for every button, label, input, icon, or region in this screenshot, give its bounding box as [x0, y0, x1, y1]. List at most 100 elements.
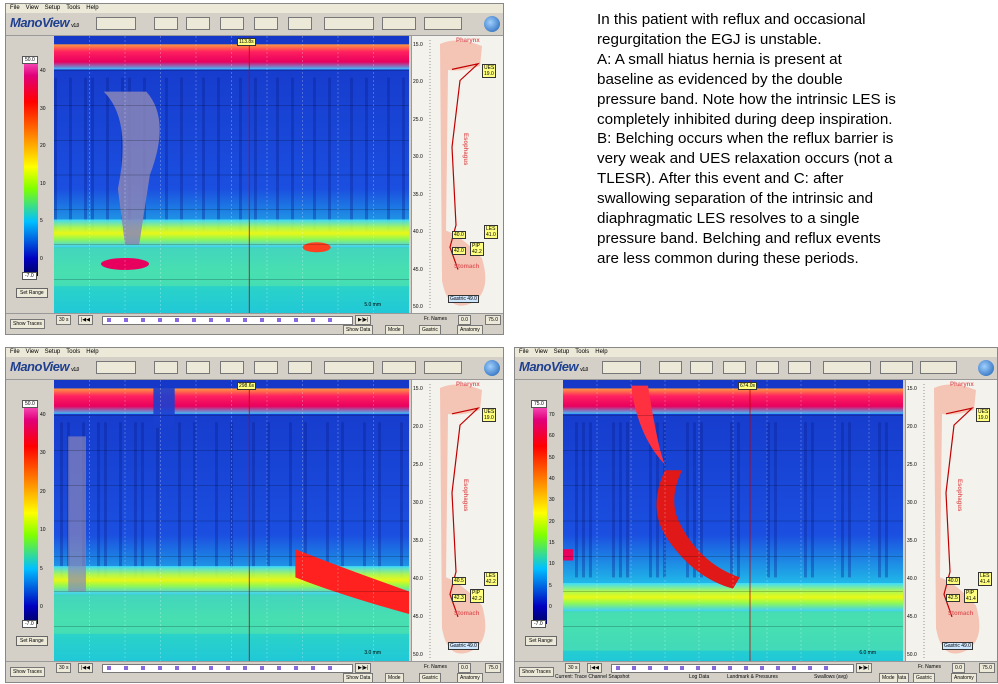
- gastric-marker[interactable]: Gastric 49.0: [448, 642, 479, 650]
- landmark-pressures-button[interactable]: Landmark & Pressures: [727, 674, 778, 680]
- data-table-button[interactable]: [920, 361, 957, 374]
- time-cursor-label[interactable]: 113.8s: [237, 38, 256, 46]
- report-button[interactable]: [382, 361, 416, 374]
- menu-item-help[interactable]: Help: [86, 349, 98, 355]
- swallow-marker[interactable]: [260, 666, 264, 670]
- les-depth-marker[interactable]: 40.0: [946, 577, 960, 585]
- ues-marker[interactable]: UES 19.0: [976, 408, 991, 422]
- open-button[interactable]: [96, 361, 136, 374]
- menu-item-setup[interactable]: Setup: [45, 349, 61, 355]
- swallow-marker[interactable]: [260, 318, 264, 322]
- swallow-marker[interactable]: [107, 666, 111, 670]
- zoom-in-time-button[interactable]: [154, 361, 178, 374]
- capture-image-button[interactable]: [823, 361, 871, 374]
- zoom-out-time-button[interactable]: [186, 17, 210, 30]
- swallows-avg-button[interactable]: Swallows (avg): [814, 674, 848, 680]
- window-length-select[interactable]: 30 s: [56, 315, 72, 325]
- open-button[interactable]: [602, 361, 641, 374]
- swallow-marker[interactable]: [776, 666, 780, 670]
- menu-item-view[interactable]: View: [535, 349, 548, 355]
- les-marker[interactable]: LES 41.0: [484, 225, 498, 239]
- nav-prev-buttons[interactable]: |◀◀: [587, 663, 602, 673]
- swallow-marker[interactable]: [124, 318, 128, 322]
- data-table-button[interactable]: [424, 17, 462, 30]
- zoom-fit-button[interactable]: [288, 17, 312, 30]
- les-depth-marker[interactable]: 40.5: [452, 577, 466, 585]
- set-range-button[interactable]: Set Range: [16, 636, 48, 646]
- swallow-marker[interactable]: [277, 666, 281, 670]
- value-field-a[interactable]: 0.0: [458, 315, 471, 325]
- mode-button[interactable]: Mode: [385, 673, 404, 682]
- menu-item-file[interactable]: File: [10, 5, 20, 11]
- set-range-button[interactable]: Set Range: [16, 288, 48, 298]
- swallow-marker[interactable]: [808, 666, 812, 670]
- pip-marker[interactable]: PIP 42.2: [470, 242, 484, 256]
- menu-item-view[interactable]: View: [26, 349, 39, 355]
- pip-depth-marker[interactable]: 42.3: [452, 594, 466, 602]
- swallow-marker[interactable]: [616, 666, 620, 670]
- swallow-marker[interactable]: [294, 318, 298, 322]
- zoom-box-button[interactable]: [254, 361, 278, 374]
- swallow-marker[interactable]: [648, 666, 652, 670]
- swallow-marker[interactable]: [632, 666, 636, 670]
- anatomy-button[interactable]: Anatomy: [951, 673, 977, 682]
- scale-min-value[interactable]: -7.0: [531, 620, 546, 628]
- nav-next-buttons[interactable]: ▶|▶|: [355, 315, 372, 325]
- show-traces-button[interactable]: Show Traces: [10, 667, 45, 677]
- scale-max-value[interactable]: 75.0: [531, 400, 547, 408]
- show-data-button[interactable]: Show Data: [343, 673, 374, 682]
- swallow-marker[interactable]: [192, 318, 196, 322]
- swallow-marker[interactable]: [209, 318, 213, 322]
- swallow-marker[interactable]: [824, 666, 828, 670]
- pip-marker[interactable]: PIP 42.2: [470, 589, 484, 603]
- swallow-marker[interactable]: [158, 318, 162, 322]
- zoom-in-depth-button[interactable]: [723, 361, 746, 374]
- value-field-b[interactable]: 75.0: [485, 315, 501, 325]
- log-data-button[interactable]: Log Data: [689, 674, 709, 680]
- gastric-marker[interactable]: Gastric 49.0: [942, 642, 973, 650]
- nav-next-buttons[interactable]: ▶|▶|: [355, 663, 372, 673]
- swallow-marker[interactable]: [243, 318, 247, 322]
- scale-max-value[interactable]: 50.0: [22, 56, 38, 64]
- menu-item-view[interactable]: View: [26, 5, 39, 11]
- zoom-out-time-button[interactable]: [186, 361, 210, 374]
- value-field-b[interactable]: 75.0: [979, 663, 995, 673]
- ues-marker[interactable]: UES 19.0: [482, 408, 497, 422]
- help-globe-icon[interactable]: [484, 360, 500, 376]
- scale-max-value[interactable]: 50.0: [22, 400, 38, 408]
- zoom-out-time-button[interactable]: [690, 361, 713, 374]
- menu-item-setup[interactable]: Setup: [554, 349, 570, 355]
- data-table-button[interactable]: [424, 361, 462, 374]
- menu-item-setup[interactable]: Setup: [45, 5, 61, 11]
- nav-prev-buttons[interactable]: |◀◀: [78, 663, 93, 673]
- les-depth-marker[interactable]: 40.0: [452, 231, 466, 239]
- show-data-button[interactable]: Show Data: [343, 325, 374, 334]
- swallow-marker[interactable]: [124, 666, 128, 670]
- swallow-marker[interactable]: [175, 318, 179, 322]
- swallow-marker[interactable]: [243, 666, 247, 670]
- swallow-marker[interactable]: [760, 666, 764, 670]
- zoom-in-depth-button[interactable]: [220, 361, 244, 374]
- swallow-marker[interactable]: [107, 318, 111, 322]
- zoom-in-depth-button[interactable]: [220, 17, 244, 30]
- gastric-button[interactable]: Gastric: [419, 325, 441, 334]
- gastric-button[interactable]: Gastric: [913, 673, 935, 682]
- les-marker[interactable]: LES 42.2: [484, 572, 498, 586]
- show-traces-button[interactable]: Show Traces: [519, 667, 554, 677]
- swallow-marker[interactable]: [209, 666, 213, 670]
- report-button[interactable]: [880, 361, 913, 374]
- time-cursor-label[interactable]: 674.0s: [738, 382, 758, 390]
- swallow-marker[interactable]: [664, 666, 668, 670]
- swallow-marker[interactable]: [311, 318, 315, 322]
- anatomy-button[interactable]: Anatomy: [457, 673, 483, 682]
- swallow-marker[interactable]: [744, 666, 748, 670]
- swallow-marker[interactable]: [680, 666, 684, 670]
- scale-min-value[interactable]: -7.0: [22, 620, 37, 628]
- gastric-button[interactable]: Gastric: [419, 673, 441, 682]
- nav-next-buttons[interactable]: ▶|▶|: [856, 663, 873, 673]
- swallow-marker[interactable]: [192, 666, 196, 670]
- scale-min-value[interactable]: -7.0: [22, 272, 37, 280]
- zoom-in-time-button[interactable]: [154, 17, 178, 30]
- swallow-marker[interactable]: [294, 666, 298, 670]
- mode-button[interactable]: Mode: [385, 325, 404, 334]
